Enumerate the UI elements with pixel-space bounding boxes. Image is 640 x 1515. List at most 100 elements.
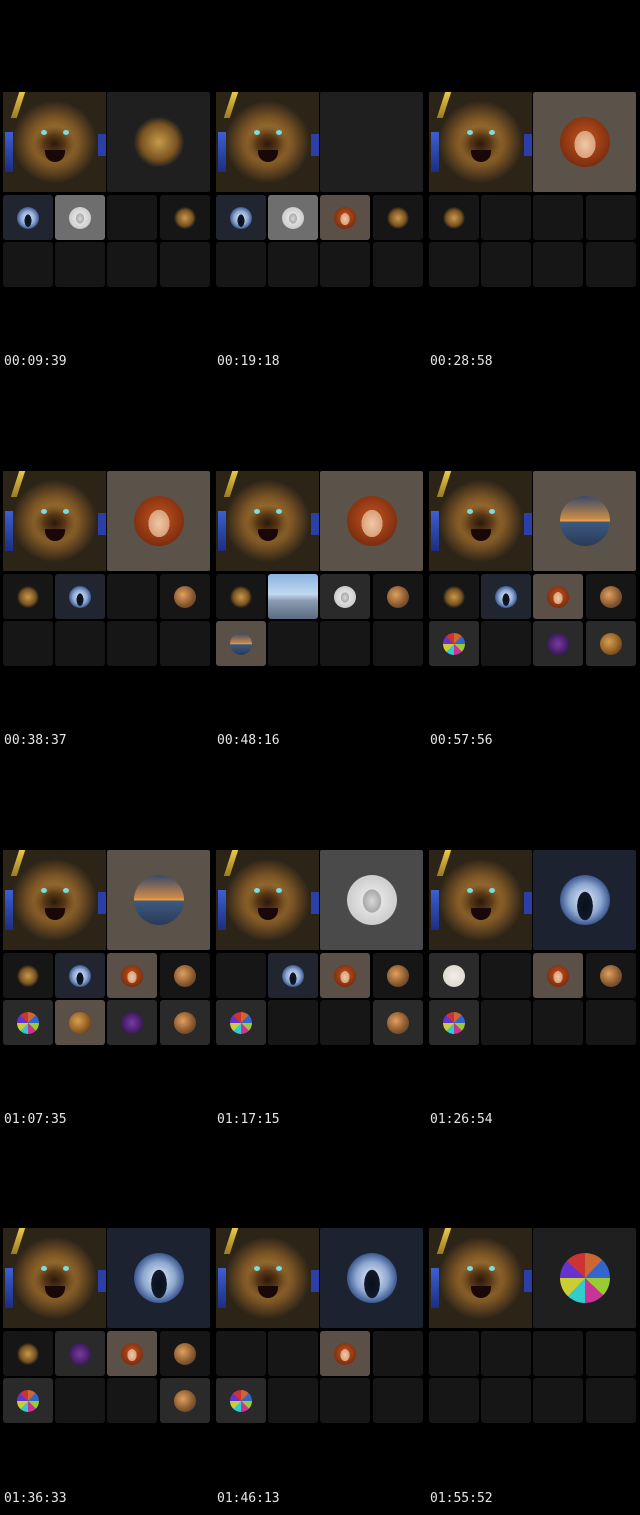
participant-tile [481,1378,531,1423]
participant-tile [55,1331,105,1376]
warrior-avatar-icon [133,1253,184,1303]
hamsa-avatar-icon [17,964,39,987]
woman-avatar-icon [547,585,569,608]
hamsa-avatar-icon [17,1342,39,1365]
coin-avatar-icon [387,964,409,987]
participant-tile [3,953,53,998]
participant-tile [320,574,370,619]
purple-avatar-icon [547,632,569,655]
man-avatar-icon [334,585,356,608]
pattern-avatar-icon [17,1389,39,1412]
speaker-panel [533,471,636,571]
speaker-panel [320,471,423,571]
man-avatar-icon [282,206,304,229]
warrior-avatar-icon [69,964,91,987]
thumbnail-frame-11[interactable] [216,1228,423,1423]
participant-tile [320,242,370,287]
participant-tile [216,953,266,998]
thumbnail-frame-10[interactable] [3,1228,210,1423]
coin-avatar-icon [600,632,622,655]
sunset-avatar-icon [133,875,184,925]
lion-video-tile [3,471,106,571]
thumbnail-frame-8[interactable] [216,850,423,1045]
timestamp-label: 00:19:18 [217,354,280,369]
timestamp-label: 01:07:35 [4,1112,67,1127]
speaker-panel [320,92,423,192]
pattern-avatar-icon [443,1011,465,1034]
thumbnail-frame-4[interactable] [3,471,210,666]
lion-video-tile [429,850,532,950]
participant-tile [481,1000,531,1045]
participant-tile [320,1378,370,1423]
hamsa-avatar-icon [230,585,252,608]
participant-tile [586,1000,636,1045]
woman-avatar-icon [121,964,143,987]
participant-tile [55,195,105,240]
participant-tile [55,953,105,998]
participant-tile [107,953,157,998]
participant-tile [216,1331,266,1376]
participant-tile [268,1378,318,1423]
thumbnail-frame-5[interactable] [216,471,423,666]
participant-tile [216,1000,266,1045]
participant-tile [373,1331,423,1376]
participant-tile [586,953,636,998]
coin-avatar-icon [600,964,622,987]
hamsa-avatar-icon [174,206,196,229]
participant-tile [533,1000,583,1045]
participant-tile [429,574,479,619]
thumbnail-frame-7[interactable] [3,850,210,1045]
lion-video-tile [429,1228,532,1328]
lion-video-tile [216,471,319,571]
pattern-avatar-icon [559,1253,610,1303]
participant-tile [3,574,53,619]
sunset-avatar-icon [559,496,610,546]
thumbnail-frame-12[interactable] [429,1228,636,1423]
participant-tile [373,621,423,666]
participant-tile [481,242,531,287]
participant-tile [481,953,531,998]
speaker-panel [107,471,210,571]
woman-avatar-icon [547,964,569,987]
purple-avatar-icon [121,1011,143,1034]
participant-tile [160,574,210,619]
speaker-panel [320,850,423,950]
participant-tile [373,574,423,619]
participant-tile [586,195,636,240]
thumbnail-frame-6[interactable] [429,471,636,666]
thumbnail-frame-3[interactable] [429,92,636,287]
lion-video-tile [429,92,532,192]
pattern-avatar-icon [443,632,465,655]
lion-video-tile [3,1228,106,1328]
participant-tile [3,1331,53,1376]
speaker-panel [533,92,636,192]
participant-tile [586,242,636,287]
coin-avatar-icon [174,1342,196,1365]
participant-tile [481,621,531,666]
participant-tile [373,195,423,240]
timestamp-label: 00:28:58 [430,354,493,369]
participant-tile [216,195,266,240]
thumbnail-frame-9[interactable] [429,850,636,1045]
coin-avatar-icon [69,1011,91,1034]
participant-tile [55,621,105,666]
lion-video-tile [429,471,532,571]
woman-avatar-icon [133,496,184,546]
man-avatar-icon [69,206,91,229]
coin-avatar-icon [174,964,196,987]
participant-tile [160,1000,210,1045]
participant-tile [429,1000,479,1045]
participant-tile [586,1378,636,1423]
participant-tile [268,195,318,240]
participant-tile [320,953,370,998]
participant-tile [268,574,318,619]
woman-avatar-icon [334,1342,356,1365]
participant-tile [3,621,53,666]
participant-tile [3,1000,53,1045]
participant-tile [107,574,157,619]
participant-tile [55,574,105,619]
thumbnail-frame-2[interactable] [216,92,423,287]
speaker-panel [107,92,210,192]
thumbnail-frame-1[interactable] [3,92,210,287]
man-avatar-icon [346,875,397,925]
